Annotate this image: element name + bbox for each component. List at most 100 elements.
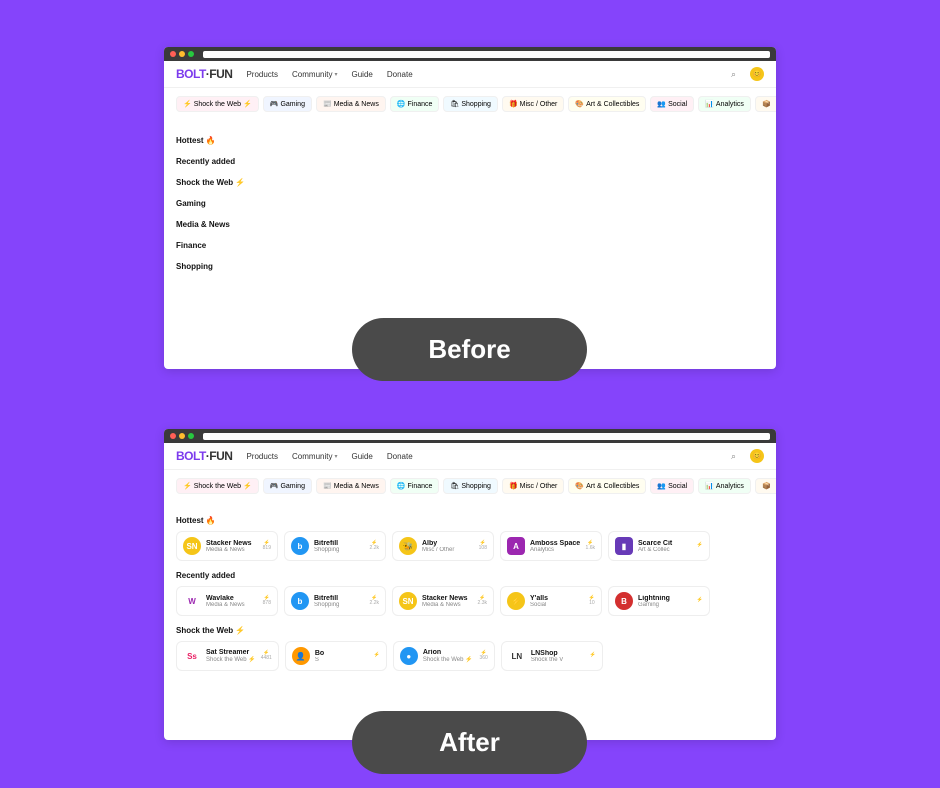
app-info: LNShopShock the V (531, 650, 585, 663)
app-card[interactable]: ●ArionShock the Web ⚡⚡360 (393, 641, 495, 671)
chip-media-news[interactable]: 📰Media & News (316, 478, 386, 494)
nav-community[interactable]: Community▾ (292, 452, 337, 461)
app-stat: ⚡ (374, 653, 380, 659)
nav-products[interactable]: Products (246, 452, 278, 461)
app-icon: SN (399, 592, 417, 610)
nav: Products Community▾ Guide Donate (246, 452, 412, 461)
chip-shock-the-web-[interactable]: ⚡Shock the Web ⚡ (176, 96, 259, 112)
nav-community[interactable]: Community▾ (292, 70, 337, 79)
close-dot[interactable] (170, 433, 176, 439)
max-dot[interactable] (188, 433, 194, 439)
app-category: Social (530, 602, 584, 608)
chip-shopping[interactable]: 🛍Shopping (443, 96, 497, 112)
nav: Products Community▾ Guide Donate (246, 70, 412, 79)
section-title: Hottest 🔥 (176, 516, 764, 525)
max-dot[interactable] (188, 51, 194, 57)
chip-gaming[interactable]: 🎮Gaming (263, 478, 312, 494)
chip-label: Art & Collectibles (586, 101, 639, 108)
app-icon: 👤 (292, 647, 310, 665)
titlebar (164, 47, 776, 61)
category-chips: ⚡Shock the Web ⚡🎮Gaming📰Media & News🌐Fin… (164, 470, 776, 500)
app-name: Amboss Space (530, 540, 581, 547)
chip-icon: 🛍 (450, 482, 459, 490)
app-name: Scarce Cit (638, 540, 692, 547)
nav-donate[interactable]: Donate (387, 452, 413, 461)
chip-icon: 👥 (657, 100, 666, 108)
app-icon: ● (400, 647, 418, 665)
app-card[interactable]: BLightningGaming⚡ (608, 586, 710, 616)
app-info: Amboss SpaceAnalytics (530, 540, 581, 553)
app-card[interactable]: SNStacker NewsMedia & News⚡819 (176, 531, 278, 561)
min-dot[interactable] (179, 433, 185, 439)
app-category: Art & Collec (638, 547, 692, 553)
section-title: Finance (176, 241, 764, 250)
app-card[interactable]: AAmboss SpaceAnalytics⚡1.6k (500, 531, 602, 561)
app-stat: ⚡1.6k (586, 541, 595, 552)
nav-guide[interactable]: Guide (352, 70, 373, 79)
chip-art-collectibles[interactable]: 🎨Art & Collectibles (568, 96, 646, 112)
chip-label: Shopping (461, 101, 491, 108)
chip-media-news[interactable]: 📰Media & News (316, 96, 386, 112)
chip-more[interactable]: 📦 (755, 96, 776, 112)
app-category: Media & News (206, 602, 258, 608)
chip-misc-other[interactable]: 🎁Misc / Other (502, 96, 564, 112)
chip-icon: ⚡ (183, 482, 192, 490)
app-card[interactable]: LNLNShopShock the V⚡ (501, 641, 603, 671)
app-card[interactable]: 👤 BoS ⚡ (285, 641, 387, 671)
chip-more[interactable]: 📦 (755, 478, 776, 494)
app-card[interactable]: ▮Scarce CitArt & Collec⚡ (608, 531, 710, 561)
content-after: Hottest 🔥 SNStacker NewsMedia & News⚡819 b… (164, 500, 776, 677)
nav-products[interactable]: Products (246, 70, 278, 79)
close-dot[interactable] (170, 51, 176, 57)
nav-donate[interactable]: Donate (387, 70, 413, 79)
chip-label: Misc / Other (520, 101, 558, 108)
app-info: BoS (315, 650, 369, 663)
avatar[interactable]: 😊 (750, 449, 764, 463)
search-icon[interactable]: ⌕ (731, 69, 736, 80)
nav-guide[interactable]: Guide (352, 452, 373, 461)
app-card[interactable]: bBitrefillShopping⚡2.2k (284, 586, 386, 616)
section-title: Media & News (176, 220, 764, 229)
app-card[interactable]: ⚡Y'allsSocial⚡10 (500, 586, 602, 616)
chip-analytics[interactable]: 📊Analytics (698, 96, 751, 112)
app-category: S (315, 657, 369, 663)
chip-social[interactable]: 👥Social (650, 96, 694, 112)
chip-gaming[interactable]: 🎮Gaming (263, 96, 312, 112)
app-card[interactable]: SsSat StreamerShock the Web ⚡⚡4481 (176, 641, 279, 671)
chip-shock-the-web-[interactable]: ⚡Shock the Web ⚡ (176, 478, 259, 494)
app-card[interactable]: 🐝AlbyMisc / Other⚡108 (392, 531, 494, 561)
search-icon[interactable]: ⌕ (731, 451, 736, 462)
app-name: Y'alls (530, 595, 584, 602)
chip-shopping[interactable]: 🛍Shopping (443, 478, 497, 494)
chip-finance[interactable]: 🌐Finance (390, 96, 440, 112)
app-icon: b (291, 592, 309, 610)
logo[interactable]: BOLT·FUN (176, 449, 232, 463)
app-info: LightningGaming (638, 595, 692, 608)
app-icon: b (291, 537, 309, 555)
logo[interactable]: BOLT·FUN (176, 67, 232, 81)
app-info: BitrefillShopping (314, 595, 365, 608)
url-bar[interactable] (203, 433, 770, 440)
chip-finance[interactable]: 🌐Finance (390, 478, 440, 494)
app-card[interactable]: SNStacker NewsMedia & News⚡2.3k (392, 586, 494, 616)
chip-label: Shock the Web ⚡ (194, 100, 252, 108)
chip-art-collectibles[interactable]: 🎨Art & Collectibles (568, 478, 646, 494)
chip-social[interactable]: 👥Social (650, 478, 694, 494)
app-name: Bitrefill (314, 540, 365, 547)
app-name: Sat Streamer (206, 649, 256, 656)
chip-analytics[interactable]: 📊Analytics (698, 478, 751, 494)
min-dot[interactable] (179, 51, 185, 57)
app-info: Scarce CitArt & Collec (638, 540, 692, 553)
url-bar[interactable] (203, 51, 770, 58)
avatar[interactable]: 😊 (750, 67, 764, 81)
chip-misc-other[interactable]: 🎁Misc / Other (502, 478, 564, 494)
app-icon: LN (508, 647, 526, 665)
app-icon: ▮ (615, 537, 633, 555)
app-card[interactable]: WWavlakeMedia & News⚡878 (176, 586, 278, 616)
app-name: Arion (423, 649, 475, 656)
app-stat: ⚡108 (479, 541, 487, 552)
app-card[interactable]: bBitrefillShopping⚡2.2k (284, 531, 386, 561)
app-category: Analytics (530, 547, 581, 553)
chip-icon: 🌐 (397, 482, 406, 490)
logo-bolt: BOLT (176, 67, 206, 81)
